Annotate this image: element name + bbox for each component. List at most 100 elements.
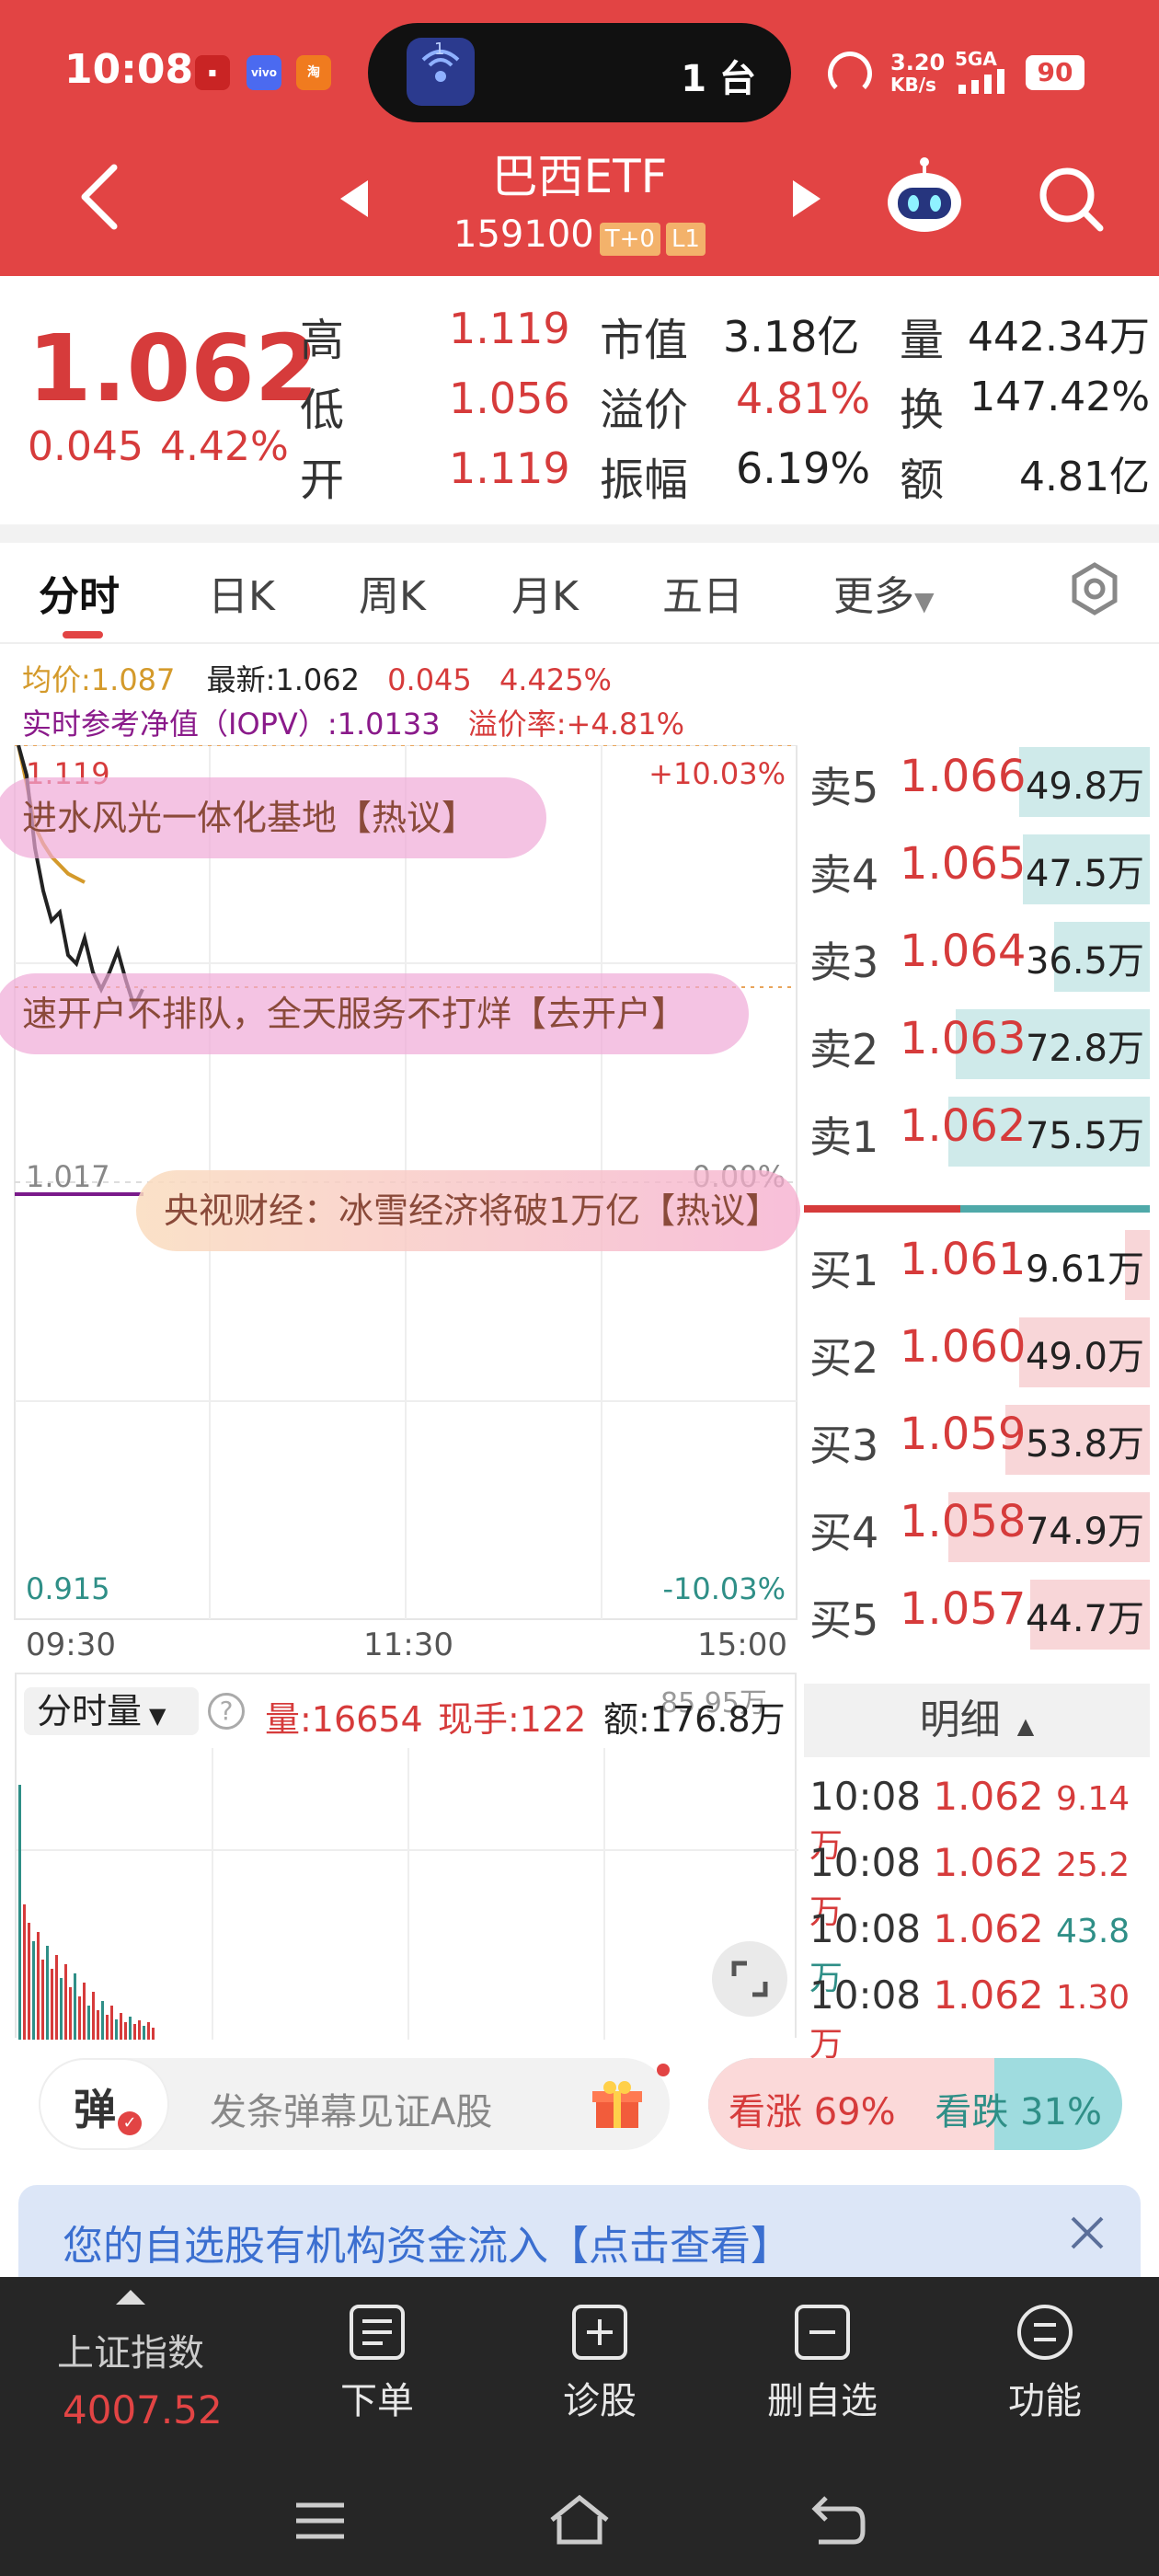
diagnose-button[interactable]: 诊股 bbox=[508, 2305, 692, 2424]
bid-volume: 53.8万 bbox=[1025, 1423, 1144, 1466]
news-icon: ▪ bbox=[195, 55, 230, 90]
trade-detail: 明细 ▲ 10:08 1.062 9.14万 10:08 1.062 25.2万 … bbox=[800, 1684, 1159, 2064]
bid-volume: 74.9万 bbox=[1025, 1511, 1144, 1553]
tag-l1: L1 bbox=[665, 223, 706, 256]
volume-selector[interactable]: 分时量 ▼ bbox=[24, 1687, 199, 1735]
bid-price: 1.057 bbox=[900, 1583, 1027, 1635]
stat-value: 1.056 bbox=[449, 374, 570, 423]
diagnose-icon bbox=[572, 2305, 627, 2360]
ask-row-1[interactable]: 卖1 1.062 75.5万 bbox=[800, 1086, 1150, 1173]
robot-assistant-icon[interactable] bbox=[883, 156, 966, 239]
minus-box-icon bbox=[795, 2305, 850, 2360]
bid-row-2[interactable]: 买2 1.060 49.0万 bbox=[800, 1306, 1150, 1394]
ask-row-4[interactable]: 卖4 1.065 47.5万 bbox=[800, 823, 1150, 911]
bid-row-5[interactable]: 买5 1.057 44.7万 bbox=[800, 1569, 1150, 1656]
dynamic-island[interactable]: 1 1 台 bbox=[368, 23, 791, 122]
danmu-bubble[interactable]: 速开户不排队，全天服务不打烊【去开户】 bbox=[0, 973, 749, 1054]
next-stock-icon[interactable] bbox=[789, 180, 820, 217]
status-time: 10:08 bbox=[64, 46, 194, 93]
speed-value: 3.20 bbox=[890, 50, 946, 75]
ask-label: 卖3 bbox=[809, 937, 879, 987]
danmu-placeholder: 发条弹幕见证A股 bbox=[210, 2091, 493, 2133]
stat-value: 442.34万 bbox=[968, 314, 1150, 361]
last-price: 1.062 bbox=[28, 315, 319, 422]
tab-weekly-k[interactable]: 周K bbox=[359, 563, 426, 622]
premium-rate: 溢价率:+4.81% bbox=[467, 707, 685, 742]
stat-label: 低 bbox=[300, 385, 345, 436]
ask-label: 卖4 bbox=[809, 850, 879, 900]
close-icon[interactable] bbox=[1067, 2213, 1107, 2253]
ask-row-5[interactable]: 卖5 1.066 49.8万 bbox=[800, 736, 1150, 823]
settings-icon[interactable] bbox=[1067, 561, 1122, 616]
detail-time: 10:08 bbox=[809, 1906, 922, 1951]
detail-price: 1.062 bbox=[933, 1972, 1044, 2018]
order-button[interactable]: 下单 bbox=[285, 2305, 469, 2424]
prev-stock-icon[interactable] bbox=[340, 180, 372, 217]
index-ticker[interactable]: 上证指数 4007.52 bbox=[39, 2286, 241, 2452]
bid-price: 1.060 bbox=[900, 1321, 1027, 1373]
back-icon[interactable] bbox=[77, 164, 123, 230]
sentiment-bar[interactable]: 看涨 69% 看跌 31% bbox=[708, 2058, 1122, 2150]
ask-price: 1.065 bbox=[900, 838, 1027, 890]
bid-row-3[interactable]: 买3 1.059 53.8万 bbox=[800, 1394, 1150, 1481]
stat-value: 3.18亿 bbox=[723, 312, 860, 362]
fund-flow-banner[interactable]: 您的自选股有机构资金流入【点击查看】 bbox=[18, 2185, 1141, 2277]
danmu-input[interactable]: 弹 ✓ 发条弹幕见证A股 bbox=[39, 2058, 670, 2150]
stat-label: 额 bbox=[900, 454, 945, 506]
detail-header[interactable]: 明细 ▲ bbox=[804, 1684, 1150, 1757]
pill-badge: 1 bbox=[434, 40, 445, 59]
danmu-toggle[interactable]: 弹 ✓ bbox=[39, 2058, 169, 2150]
stock-title: 巴西ETF bbox=[491, 150, 668, 203]
stat-label: 振幅 bbox=[600, 454, 689, 506]
bid-row-4[interactable]: 买4 1.058 74.9万 bbox=[800, 1481, 1150, 1569]
search-icon[interactable] bbox=[1036, 164, 1106, 234]
vol-gridline bbox=[407, 1748, 409, 2040]
section-divider bbox=[0, 524, 1159, 543]
sentiment-up[interactable]: 看涨 69% bbox=[729, 2082, 896, 2135]
chart-info-row2: 实时参考净值（IOPV）:1.0133 溢价率:+4.81% bbox=[22, 701, 684, 743]
stat-label: 溢价 bbox=[600, 385, 689, 436]
ask-price: 1.062 bbox=[900, 1100, 1027, 1152]
tab-intraday[interactable]: 分时 bbox=[39, 563, 120, 622]
nav-menu-icon[interactable] bbox=[293, 2498, 348, 2544]
order-label: 下单 bbox=[340, 2380, 414, 2422]
menu-circle-icon bbox=[1017, 2305, 1073, 2360]
ask-label: 卖2 bbox=[809, 1025, 879, 1075]
tab-more-label: 更多 bbox=[833, 573, 914, 620]
bid-row-1[interactable]: 买1 1.061 9.61万 bbox=[800, 1219, 1150, 1306]
fullscreen-icon[interactable] bbox=[712, 1941, 787, 2017]
detail-price: 1.062 bbox=[933, 1774, 1044, 1819]
comment-bar: 弹 ✓ 发条弹幕见证A股 看涨 69% 看跌 31% bbox=[0, 2038, 1159, 2167]
remove-watchlist-button[interactable]: 删自选 bbox=[730, 2305, 914, 2424]
vol-gridline bbox=[212, 1748, 213, 2040]
tab-daily-k[interactable]: 日K bbox=[208, 563, 275, 622]
detail-price: 1.062 bbox=[933, 1906, 1044, 1951]
detail-time: 10:08 bbox=[809, 1972, 922, 2018]
stat-value: 4.81亿 bbox=[1019, 454, 1150, 500]
nav-back-icon[interactable] bbox=[809, 2494, 866, 2546]
expand-up-icon bbox=[116, 2290, 145, 2305]
ask-row-2[interactable]: 卖2 1.063 72.8万 bbox=[800, 998, 1150, 1086]
detail-header-label: 明细 bbox=[919, 1696, 1001, 1743]
tab-monthly-k[interactable]: 月K bbox=[511, 563, 579, 622]
gift-icon[interactable] bbox=[591, 2078, 644, 2132]
functions-label: 功能 bbox=[1008, 2380, 1082, 2422]
tab-five-day[interactable]: 五日 bbox=[662, 563, 743, 622]
stock-code-row: 159100 T+0 L1 bbox=[396, 213, 763, 256]
y-label-bottom: 0.915 bbox=[26, 1571, 110, 1606]
sentiment-down[interactable]: 看跌 31% bbox=[935, 2082, 1102, 2135]
bid-ask-ratio-bar bbox=[804, 1205, 1150, 1213]
intraday-chart[interactable]: 均价:1.087 最新:1.062 0.045 4.425% 实时参考净值（IO… bbox=[0, 644, 800, 2040]
ask-row-3[interactable]: 卖3 1.064 36.5万 bbox=[800, 911, 1150, 998]
quote-panel: 1.062 0.045 4.42% 高 1.119 低 1.056 开 1.11… bbox=[0, 276, 1159, 524]
vol-gridline bbox=[603, 1748, 605, 2040]
nav-home-icon[interactable] bbox=[548, 2494, 611, 2546]
ask-volume: 75.5万 bbox=[1025, 1115, 1144, 1157]
help-icon[interactable]: ? bbox=[208, 1693, 245, 1730]
danmu-bubble[interactable]: 央视财经：冰雪经济将破1万亿【热议】 bbox=[136, 1170, 800, 1251]
bid-price: 1.059 bbox=[900, 1409, 1027, 1460]
tab-more[interactable]: 更多▼ bbox=[833, 563, 935, 622]
remove-watchlist-label: 删自选 bbox=[767, 2380, 878, 2422]
functions-button[interactable]: 功能 bbox=[953, 2305, 1137, 2424]
danmu-bubble[interactable]: 进水风光一体化基地【热议】 bbox=[0, 777, 546, 858]
